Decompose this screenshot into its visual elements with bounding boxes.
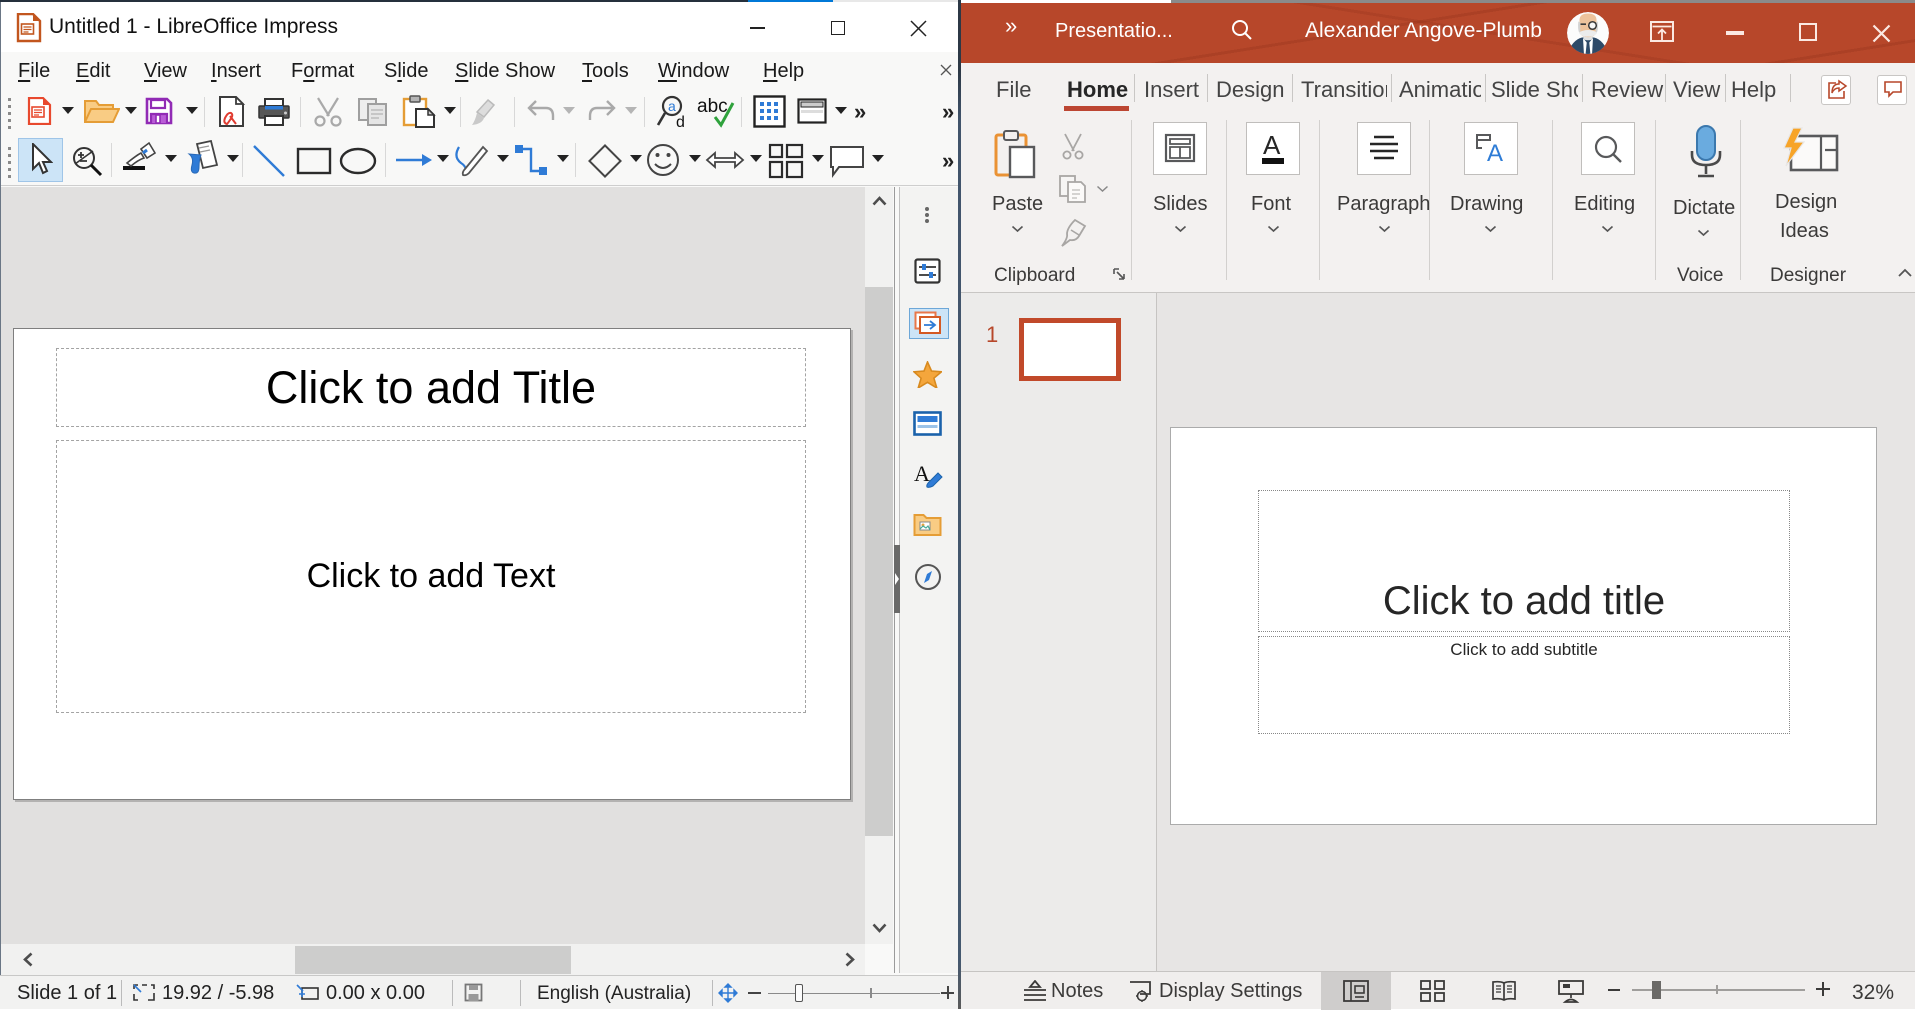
svg-text:A: A [1263, 130, 1281, 160]
svg-text:a: a [668, 98, 676, 114]
svg-text:A: A [1487, 140, 1503, 165]
svg-text:d: d [676, 114, 685, 129]
svg-text:A: A [914, 461, 930, 486]
svg-text:abc: abc [697, 96, 728, 117]
